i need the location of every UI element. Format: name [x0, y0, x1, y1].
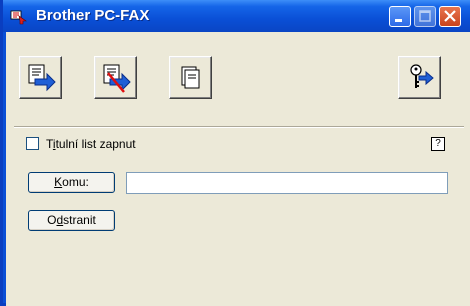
cover-page-label: Titulní list zapnut — [46, 137, 136, 151]
brother-fax-app-icon — [10, 10, 27, 25]
help-button[interactable]: ? — [431, 137, 445, 151]
close-icon — [444, 10, 456, 22]
client-area: Titulní list zapnut ? Komu: Odstranit — [6, 32, 470, 306]
cancel-send-button[interactable] — [94, 56, 137, 99]
cover-page-checkbox[interactable] — [26, 137, 39, 150]
maximize-button — [414, 6, 436, 27]
key-arrow-icon — [410, 64, 434, 88]
toolbar-separator — [14, 126, 464, 128]
close-button[interactable] — [439, 6, 461, 27]
maximize-icon — [419, 10, 431, 22]
minimize-icon — [395, 19, 402, 22]
remove-button[interactable]: Odstranit — [28, 210, 115, 231]
window-title: Brother PC-FAX — [36, 7, 150, 24]
send-fax-button[interactable] — [19, 56, 62, 99]
title-bar[interactable]: Brother PC-FAX — [3, 0, 470, 32]
setup-button[interactable] — [398, 56, 441, 99]
cancel-send-icon — [103, 64, 131, 93]
minimize-button[interactable] — [389, 6, 411, 27]
address-book-button[interactable] — [169, 56, 212, 99]
pcfax-window: Brother PC-FAX Titulní list zapnut ? Kom… — [0, 0, 470, 306]
send-document-icon — [28, 64, 56, 92]
document-icon — [181, 66, 200, 89]
to-button[interactable]: Komu: — [28, 172, 115, 193]
recipient-field[interactable] — [126, 172, 448, 194]
